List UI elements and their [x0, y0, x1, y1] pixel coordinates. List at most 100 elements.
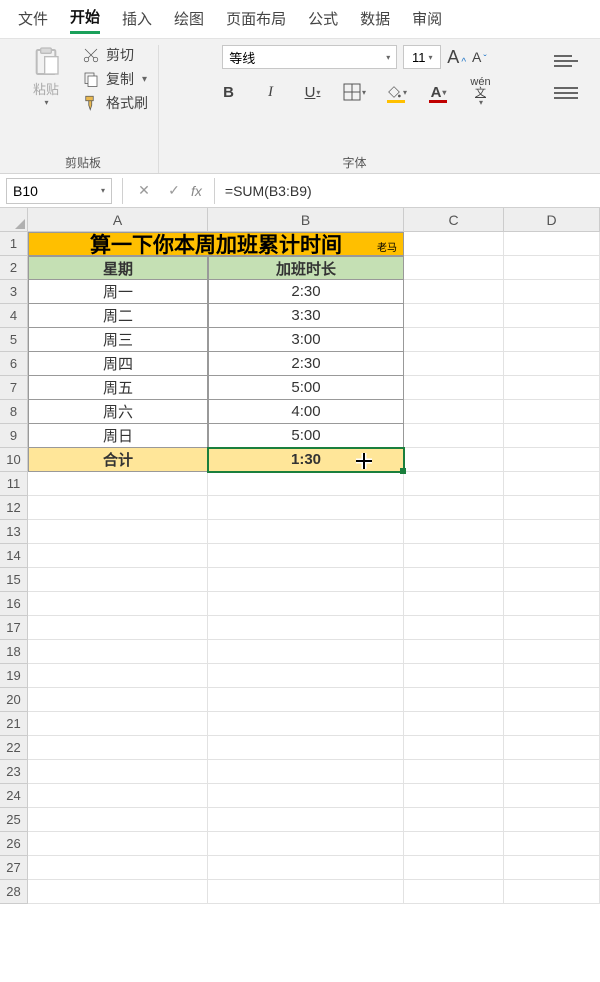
row-header-7[interactable]: 7 [0, 376, 28, 400]
cell[interactable] [404, 448, 504, 472]
cell[interactable] [208, 616, 404, 640]
cell[interactable] [504, 256, 600, 280]
cell[interactable] [404, 736, 504, 760]
tab-页面布局[interactable]: 页面布局 [226, 8, 286, 33]
cell[interactable] [208, 736, 404, 760]
cell-day[interactable]: 周四 [28, 352, 208, 376]
fx-label[interactable]: fx [191, 183, 210, 199]
cell[interactable] [504, 664, 600, 688]
cell[interactable] [208, 640, 404, 664]
cell[interactable] [504, 760, 600, 784]
cell[interactable] [208, 808, 404, 832]
cell[interactable] [404, 832, 504, 856]
cell[interactable] [28, 544, 208, 568]
row-header-5[interactable]: 5 [0, 328, 28, 352]
name-box[interactable]: B10 ▾ [6, 178, 112, 204]
cell[interactable] [208, 496, 404, 520]
cell[interactable] [28, 664, 208, 688]
cell-day[interactable]: 周五 [28, 376, 208, 400]
cell[interactable] [504, 784, 600, 808]
cell[interactable] [208, 760, 404, 784]
cell[interactable] [208, 472, 404, 496]
tab-插入[interactable]: 插入 [122, 8, 152, 33]
row-header-6[interactable]: 6 [0, 352, 28, 376]
cell[interactable] [504, 424, 600, 448]
italic-button[interactable]: I [257, 79, 285, 105]
cell[interactable] [208, 688, 404, 712]
formula-input[interactable]: =SUM(B3:B9) [219, 183, 600, 199]
row-header-27[interactable]: 27 [0, 856, 28, 880]
cell-duration[interactable]: 4:00 [208, 400, 404, 424]
row-header-17[interactable]: 17 [0, 616, 28, 640]
border-button[interactable]: ▾ [341, 79, 369, 105]
cell-day[interactable]: 周六 [28, 400, 208, 424]
cell[interactable] [28, 856, 208, 880]
cell[interactable] [504, 736, 600, 760]
row-header-18[interactable]: 18 [0, 640, 28, 664]
cancel-formula-icon[interactable]: ✕ [135, 182, 153, 199]
cell-duration[interactable]: 2:30 [208, 280, 404, 304]
cell[interactable] [404, 640, 504, 664]
cell[interactable] [404, 352, 504, 376]
cell[interactable] [504, 400, 600, 424]
cell[interactable] [208, 880, 404, 904]
cell[interactable] [504, 592, 600, 616]
cell[interactable] [404, 592, 504, 616]
header-cell[interactable]: 星期 [28, 256, 208, 280]
row-header-22[interactable]: 22 [0, 736, 28, 760]
cell[interactable] [28, 472, 208, 496]
cell[interactable] [28, 784, 208, 808]
cell[interactable] [504, 496, 600, 520]
cell[interactable] [404, 424, 504, 448]
copy-button[interactable]: 复制 ▾ [82, 69, 148, 89]
tab-开始[interactable]: 开始 [70, 6, 100, 34]
row-header-11[interactable]: 11 [0, 472, 28, 496]
cell[interactable] [504, 880, 600, 904]
row-header-10[interactable]: 10 [0, 448, 28, 472]
cell[interactable] [28, 640, 208, 664]
cell-day[interactable]: 周一 [28, 280, 208, 304]
cell[interactable] [208, 520, 404, 544]
cell[interactable] [404, 400, 504, 424]
row-header-8[interactable]: 8 [0, 400, 28, 424]
cell[interactable] [504, 232, 600, 256]
cell[interactable] [404, 856, 504, 880]
tab-文件[interactable]: 文件 [18, 8, 48, 33]
row-header-23[interactable]: 23 [0, 760, 28, 784]
cell[interactable] [208, 664, 404, 688]
row-header-24[interactable]: 24 [0, 784, 28, 808]
col-header-B[interactable]: B [208, 208, 404, 231]
cell[interactable] [504, 808, 600, 832]
cell[interactable] [404, 256, 504, 280]
row-header-19[interactable]: 19 [0, 664, 28, 688]
row-header-14[interactable]: 14 [0, 544, 28, 568]
cell[interactable] [208, 568, 404, 592]
cell[interactable] [404, 544, 504, 568]
cell[interactable] [404, 232, 504, 256]
font-color-button[interactable]: A▾ [425, 79, 453, 105]
phonetic-button[interactable]: wén文▾ [467, 79, 495, 105]
cell[interactable] [504, 448, 600, 472]
cell-day[interactable]: 周日 [28, 424, 208, 448]
cell[interactable] [28, 520, 208, 544]
cell[interactable] [504, 688, 600, 712]
cell[interactable] [28, 688, 208, 712]
title-merged-cell[interactable]: 算一下你本周加班累计时间老马 [28, 232, 404, 256]
cell[interactable] [404, 688, 504, 712]
cell[interactable] [504, 544, 600, 568]
row-header-15[interactable]: 15 [0, 568, 28, 592]
cell[interactable] [404, 304, 504, 328]
cell-day[interactable]: 周三 [28, 328, 208, 352]
cell[interactable] [208, 544, 404, 568]
decrease-font-button[interactable]: Aˇ [472, 49, 487, 65]
col-header-D[interactable]: D [504, 208, 600, 231]
cut-button[interactable]: 剪切 [82, 45, 148, 65]
cell[interactable] [404, 808, 504, 832]
cell[interactable] [404, 664, 504, 688]
cell-day[interactable]: 周二 [28, 304, 208, 328]
cell-duration[interactable]: 3:00 [208, 328, 404, 352]
cell[interactable] [404, 784, 504, 808]
cell[interactable] [504, 352, 600, 376]
cell[interactable] [404, 280, 504, 304]
cell[interactable] [504, 280, 600, 304]
